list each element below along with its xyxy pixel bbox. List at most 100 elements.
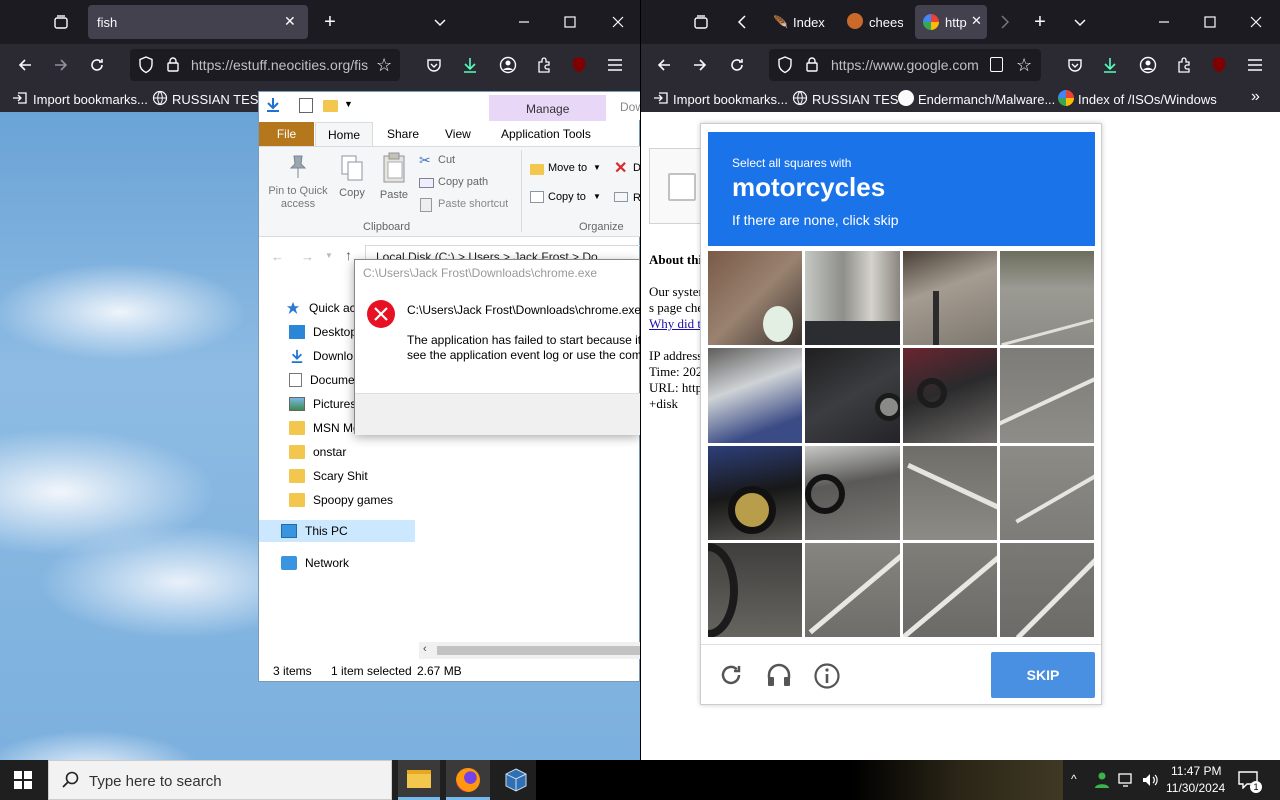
reload-icon[interactable] — [723, 51, 751, 79]
recaptcha-checkbox[interactable] — [668, 173, 696, 201]
why-link[interactable]: Why did t — [649, 316, 701, 332]
account-icon[interactable] — [494, 51, 522, 79]
lock-icon[interactable] — [805, 56, 819, 77]
back-icon[interactable] — [650, 51, 678, 79]
bookmark-russian-test[interactable]: RUSSIAN TEST — [172, 92, 266, 107]
manage-contextual-tab[interactable]: Manage — [489, 95, 606, 121]
extensions-icon[interactable] — [1170, 51, 1198, 79]
new-tab-icon[interactable]: + — [316, 8, 344, 36]
copy-path-button[interactable]: Copy path — [438, 176, 488, 188]
close-window-icon[interactable] — [604, 8, 632, 36]
properties-icon[interactable] — [299, 98, 313, 113]
paste-button[interactable]: Paste — [375, 152, 413, 202]
more-bookmarks-icon[interactable]: » — [1251, 88, 1260, 106]
captcha-tile[interactable] — [805, 445, 900, 540]
tab-active[interactable]: http ✕ — [915, 5, 987, 39]
audio-challenge-icon[interactable] — [765, 662, 793, 693]
close-window-icon[interactable] — [1242, 8, 1270, 36]
user-status-icon[interactable] — [1094, 771, 1110, 794]
captcha-tile[interactable] — [708, 348, 803, 443]
minimize-icon[interactable] — [1150, 8, 1178, 36]
downloads-icon[interactable] — [456, 51, 484, 79]
bookmark-isos[interactable]: Index of /ISOs/Windows — [1078, 92, 1217, 107]
nav-pictures[interactable]: Pictures — [289, 393, 356, 415]
menu-icon[interactable] — [601, 51, 629, 79]
shield-icon[interactable] — [777, 56, 793, 79]
recent-dropdown-icon[interactable]: ▼ — [325, 251, 333, 260]
nav-onstar[interactable]: onstar — [289, 441, 346, 463]
tab-file[interactable]: File — [259, 122, 314, 146]
copy-to-button[interactable]: Copy to — [548, 191, 586, 203]
reload-icon[interactable] — [83, 51, 111, 79]
captcha-tile[interactable] — [708, 251, 803, 346]
list-tabs-icon[interactable] — [1066, 8, 1094, 36]
captcha-tile[interactable] — [999, 348, 1094, 443]
maximize-icon[interactable] — [1196, 8, 1224, 36]
url-bar[interactable]: https://estuff.neocities.org/fis ☆ — [130, 49, 400, 81]
bookmark-star-icon[interactable]: ☆ — [1016, 55, 1032, 76]
nav-msn[interactable]: MSN Me — [289, 417, 360, 439]
maximize-icon[interactable] — [556, 8, 584, 36]
reload-challenge-icon[interactable] — [718, 662, 744, 693]
nav-desktop[interactable]: Desktop — [289, 321, 357, 343]
bookmark-star-icon[interactable]: ☆ — [376, 55, 392, 76]
quick-save-icon[interactable] — [265, 97, 281, 118]
nav-spoopy[interactable]: Spoopy games — [289, 489, 393, 511]
tab-index[interactable]: Index — [793, 15, 827, 30]
list-tabs-icon[interactable] — [426, 8, 454, 36]
captcha-tile[interactable] — [902, 542, 997, 637]
minimize-icon[interactable] — [510, 8, 538, 36]
nav-this-pc-label[interactable]: This PC — [281, 520, 348, 542]
windows-start-icon[interactable] — [14, 771, 32, 794]
info-icon[interactable] — [813, 662, 841, 695]
pin-quick-access-button[interactable]: Pin to Quick access — [265, 154, 331, 214]
url-bar[interactable]: https://www.google.com ☆ — [769, 49, 1041, 81]
captcha-tile[interactable] — [708, 445, 803, 540]
nav-downloads[interactable]: Downlo — [289, 345, 353, 367]
network-tray-icon[interactable] — [1118, 772, 1136, 793]
ublock-icon[interactable] — [1205, 51, 1233, 79]
up-icon[interactable]: ↑ — [345, 247, 352, 263]
nav-documents[interactable]: Docume — [289, 369, 355, 391]
tab-share[interactable]: Share — [387, 127, 419, 141]
ublock-icon[interactable] — [565, 51, 593, 79]
extensions-icon[interactable] — [530, 51, 558, 79]
captcha-tile[interactable] — [999, 445, 1094, 540]
copy-button[interactable]: Copy — [333, 154, 371, 204]
search-box[interactable]: Type here to search — [48, 760, 392, 800]
show-hidden-icons-icon[interactable]: ^ — [1071, 772, 1077, 786]
taskbar-file-explorer[interactable] — [398, 760, 440, 800]
scroll-tabs-left-icon[interactable] — [728, 8, 756, 36]
captcha-tile[interactable] — [902, 445, 997, 540]
bookmark-import[interactable]: Import bookmarks... — [673, 92, 788, 107]
pocket-icon[interactable] — [420, 51, 448, 79]
captcha-tile[interactable] — [902, 348, 997, 443]
captcha-tile[interactable] — [805, 542, 900, 637]
reader-view-icon[interactable] — [990, 57, 1003, 72]
tab-view[interactable]: View — [445, 127, 471, 141]
captcha-tile[interactable] — [708, 542, 803, 637]
back-icon[interactable] — [11, 51, 39, 79]
captcha-tile[interactable] — [805, 251, 900, 346]
lock-icon[interactable] — [166, 56, 180, 77]
close-tab-icon[interactable]: ✕ — [284, 13, 296, 30]
bookmark-import[interactable]: Import bookmarks... — [33, 92, 148, 107]
shield-icon[interactable] — [138, 56, 154, 79]
scroll-tabs-right-icon[interactable] — [991, 8, 1019, 36]
tab-fish[interactable]: fish ✕ — [88, 5, 308, 39]
pocket-icon[interactable] — [1061, 51, 1089, 79]
qat-dropdown-icon[interactable]: ▼ — [344, 99, 353, 109]
bookmark-russian-test[interactable]: RUSSIAN TEST — [812, 92, 906, 107]
horizontal-scrollbar[interactable]: ‹ — [419, 642, 641, 659]
downloads-icon[interactable] — [1096, 51, 1124, 79]
nav-scary[interactable]: Scary Shit — [289, 465, 368, 487]
tab-application-tools[interactable]: Application Tools — [501, 127, 591, 141]
tab-overview-icon[interactable] — [47, 8, 75, 36]
cut-button[interactable]: Cut — [438, 154, 455, 166]
captcha-tile[interactable] — [805, 348, 900, 443]
captcha-tile[interactable] — [999, 251, 1094, 346]
account-icon[interactable] — [1134, 51, 1162, 79]
nav-forward-icon[interactable]: → — [301, 249, 314, 264]
bookmark-endermanch[interactable]: Endermanch/Malware... — [918, 92, 1055, 107]
new-tab-icon[interactable]: + — [1026, 8, 1054, 36]
